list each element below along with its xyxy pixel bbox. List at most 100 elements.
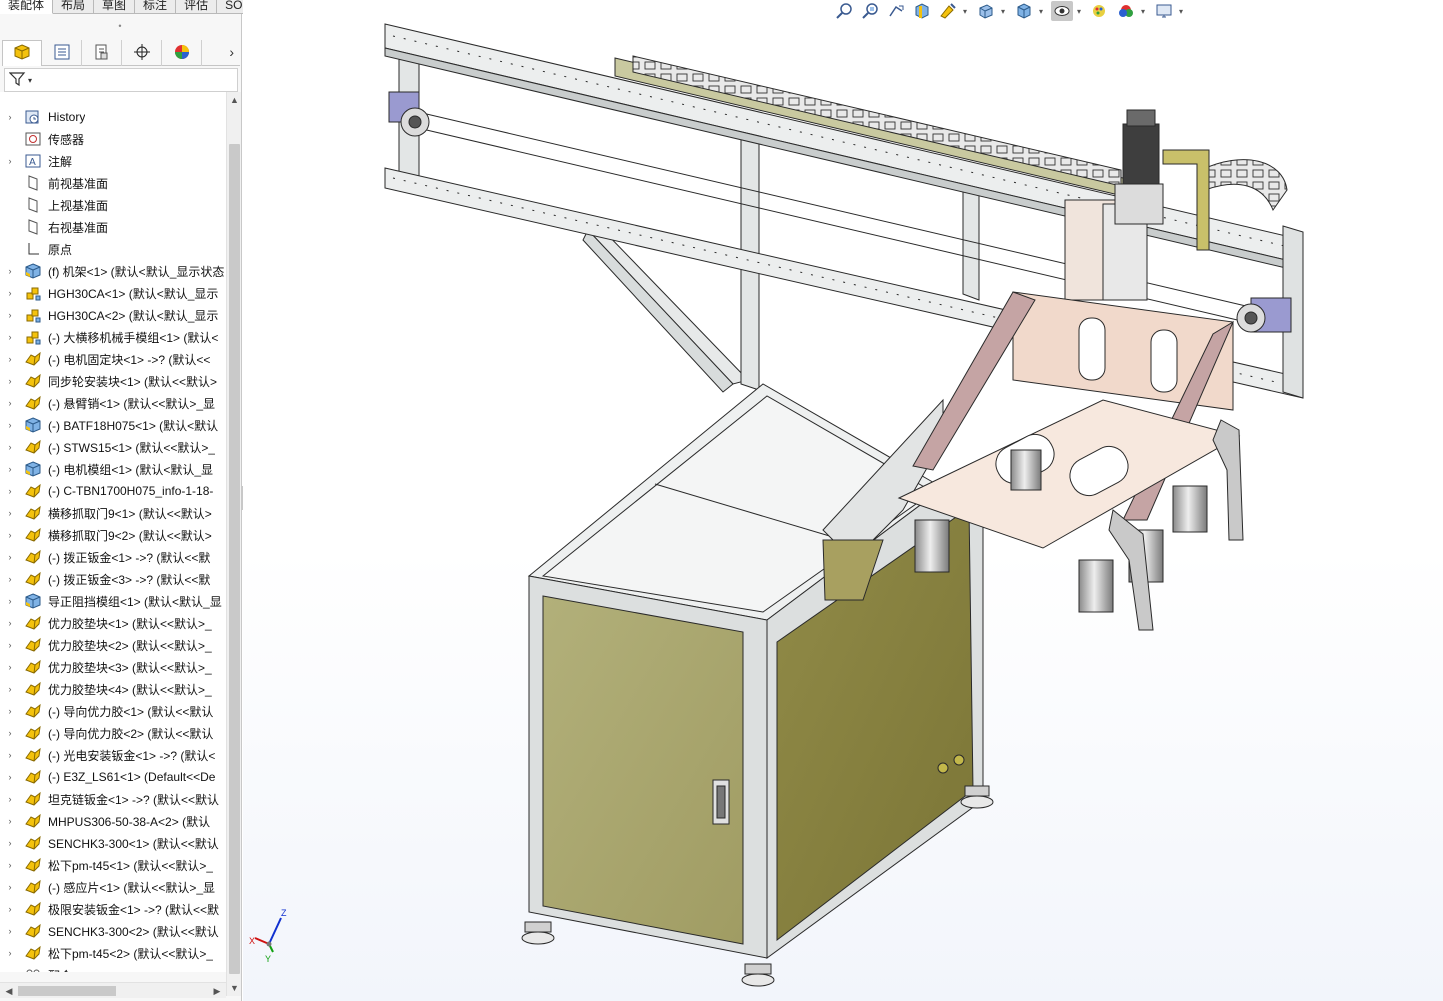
property-manager-tab[interactable] [42,40,82,66]
tree-vertical-scrollbar[interactable]: ▲ ▼ [226,92,241,996]
expand-arrow-icon[interactable]: › [4,354,16,364]
scrollbar-thumb[interactable] [18,986,116,996]
tree-node[interactable]: › (-) 导向优力胶<2> (默认<<默认 [0,722,226,744]
tree-node[interactable]: › (f) 机架<1> (默认<默认_显示状态 [0,260,226,282]
tree-node[interactable]: › 极限安装钣金<1> ->? (默认<<默 [0,898,226,920]
tree-node[interactable]: 原点 [0,238,226,260]
command-tab[interactable]: 布局 [53,0,95,14]
tree-node[interactable]: › 优力胶垫块<1> (默认<<默认>_ [0,612,226,634]
tree-node[interactable]: › 同步轮安装块<1> (默认<<默认> [0,370,226,392]
tree-node[interactable]: › 松下pm-t45<2> (默认<<默认>_ [0,942,226,964]
tree-node[interactable]: › HGH30CA<2> (默认<默认_显示 [0,304,226,326]
tree-node[interactable]: › 优力胶垫块<4> (默认<<默认>_ [0,678,226,700]
chevron-right-icon[interactable]: › [229,44,234,60]
assembly-model-view[interactable] [243,0,1443,1001]
expand-arrow-icon[interactable]: › [4,398,16,408]
tree-node[interactable]: › (-) C-TBN1700H075_info-1-18- [0,480,226,502]
expand-arrow-icon[interactable]: › [4,816,16,826]
tree-node[interactable]: › 配合 [0,964,226,972]
tree-node[interactable]: 上视基准面 [0,194,226,216]
display-manager-tab[interactable] [162,40,202,66]
tree-node[interactable]: › 导正阻挡模组<1> (默认<默认_显 [0,590,226,612]
expand-arrow-icon[interactable]: › [4,904,16,914]
expand-arrow-icon[interactable]: › [4,376,16,386]
tree-node[interactable]: › 松下pm-t45<1> (默认<<默认>_ [0,854,226,876]
expand-arrow-icon[interactable]: › [4,948,16,958]
tree-node[interactable]: › A 注解 [0,150,226,172]
tree-node[interactable]: 前视基准面 [0,172,226,194]
expand-arrow-icon[interactable]: › [4,332,16,342]
tree-node[interactable]: › 优力胶垫块<3> (默认<<默认>_ [0,656,226,678]
expand-arrow-icon[interactable]: › [4,926,16,936]
tree-node[interactable]: › 横移抓取门9<2> (默认<<默认> [0,524,226,546]
tree-node[interactable]: › (-) 拨正钣金<1> ->? (默认<<默 [0,546,226,568]
expand-arrow-icon[interactable]: › [4,706,16,716]
expand-arrow-icon[interactable]: › [4,640,16,650]
tree-horizontal-scrollbar[interactable]: ◀ ▶ [0,982,226,998]
vertical-axis-module[interactable] [1064,109,1210,301]
tree-node[interactable]: › (-) 拨正钣金<3> ->? (默认<<默 [0,568,226,590]
expand-arrow-icon[interactable]: › [4,860,16,870]
filter-icon[interactable] [8,71,27,90]
scroll-up-icon[interactable]: ▲ [227,92,242,108]
tree-node[interactable]: › (-) 光电安装钣金<1> ->? (默认< [0,744,226,766]
tree-node[interactable]: › (-) 电机固定块<1> ->? (默认<< [0,348,226,370]
tree-filter[interactable]: ▾ [4,68,238,92]
dimxpert-tab[interactable] [122,40,162,66]
tree-node[interactable]: › SENCHK3-300<2> (默认<<默认 [0,920,226,942]
expand-arrow-icon[interactable]: › [4,112,16,122]
expand-arrow-icon[interactable]: › [4,794,16,804]
tree-node[interactable]: › (-) 悬臂销<1> (默认<<默认>_显 [0,392,226,414]
command-tab[interactable]: 草图 [94,0,136,14]
expand-arrow-icon[interactable]: › [4,838,16,848]
scroll-down-icon[interactable]: ▼ [227,980,242,996]
scroll-left-icon[interactable]: ◀ [2,983,16,999]
tree-node[interactable]: › History [0,106,226,128]
expand-arrow-icon[interactable]: › [4,310,16,320]
scroll-right-icon[interactable]: ▶ [210,983,224,999]
tree-node[interactable]: › MHPUS306-50-38-A<2> (默认 [0,810,226,832]
expand-arrow-icon[interactable]: › [4,288,16,298]
expand-arrow-icon[interactable]: › [4,266,16,276]
expand-arrow-icon[interactable]: › [4,508,16,518]
tree-node[interactable]: 右视基准面 [0,216,226,238]
expand-arrow-icon[interactable]: › [4,574,16,584]
tree-node[interactable]: › HGH30CA<1> (默认<默认_显示 [0,282,226,304]
tree-node[interactable]: › (-) BATF18H075<1> (默认<默认 [0,414,226,436]
tree-node[interactable]: 传感器 [0,128,226,150]
tree-node[interactable]: › 坦克链钣金<1> ->? (默认<<默认 [0,788,226,810]
tree-node[interactable]: › (-) 大横移机械手模组<1> (默认< [0,326,226,348]
tree-node[interactable]: › (-) STWS15<1> (默认<<默认>_ [0,436,226,458]
expand-arrow-icon[interactable]: › [4,420,16,430]
expand-arrow-icon[interactable]: › [4,662,16,672]
tree-node[interactable]: › SENCHK3-300<1> (默认<<默认 [0,832,226,854]
expand-arrow-icon[interactable]: › [4,552,16,562]
expand-arrow-icon[interactable]: › [4,772,16,782]
expand-arrow-icon[interactable]: › [4,156,16,166]
expand-arrow-icon[interactable]: › [4,882,16,892]
tree-node[interactable]: › (-) E3Z_LS61<1> (Default<<De [0,766,226,788]
expand-arrow-icon[interactable]: › [4,486,16,496]
command-tab[interactable]: 标注 [135,0,177,14]
expand-arrow-icon[interactable]: › [4,684,16,694]
tree-node[interactable]: › (-) 电机模组<1> (默认<默认_显 [0,458,226,480]
expand-arrow-icon[interactable]: › [4,596,16,606]
expand-arrow-icon[interactable]: › [4,728,16,738]
expand-arrow-icon[interactable]: › [4,970,16,972]
tree-node[interactable]: › (-) 导向优力胶<1> (默认<<默认 [0,700,226,722]
command-tab[interactable]: 装配体 [0,0,54,14]
scrollbar-thumb[interactable] [229,144,240,974]
expand-arrow-icon[interactable]: › [4,618,16,628]
expand-arrow-icon[interactable]: › [4,530,16,540]
graphics-area[interactable]: ▾ ▾ ▾ ▾ ▾ ▾ Z X Y [243,0,1443,1001]
tree-node[interactable]: › 优力胶垫块<2> (默认<<默认>_ [0,634,226,656]
command-tab[interactable]: 评估 [176,0,218,14]
tree-node[interactable]: › 横移抓取门9<1> (默认<<默认> [0,502,226,524]
tree-node[interactable]: › (-) 感应片<1> (默认<<默认>_显 [0,876,226,898]
panel-grip[interactable]: • [112,22,128,31]
feature-manager-tab[interactable] [2,40,42,66]
expand-arrow-icon[interactable]: › [4,464,16,474]
expand-arrow-icon[interactable]: › [4,442,16,452]
chevron-down-icon[interactable]: ▾ [28,76,32,85]
expand-arrow-icon[interactable]: › [4,750,16,760]
